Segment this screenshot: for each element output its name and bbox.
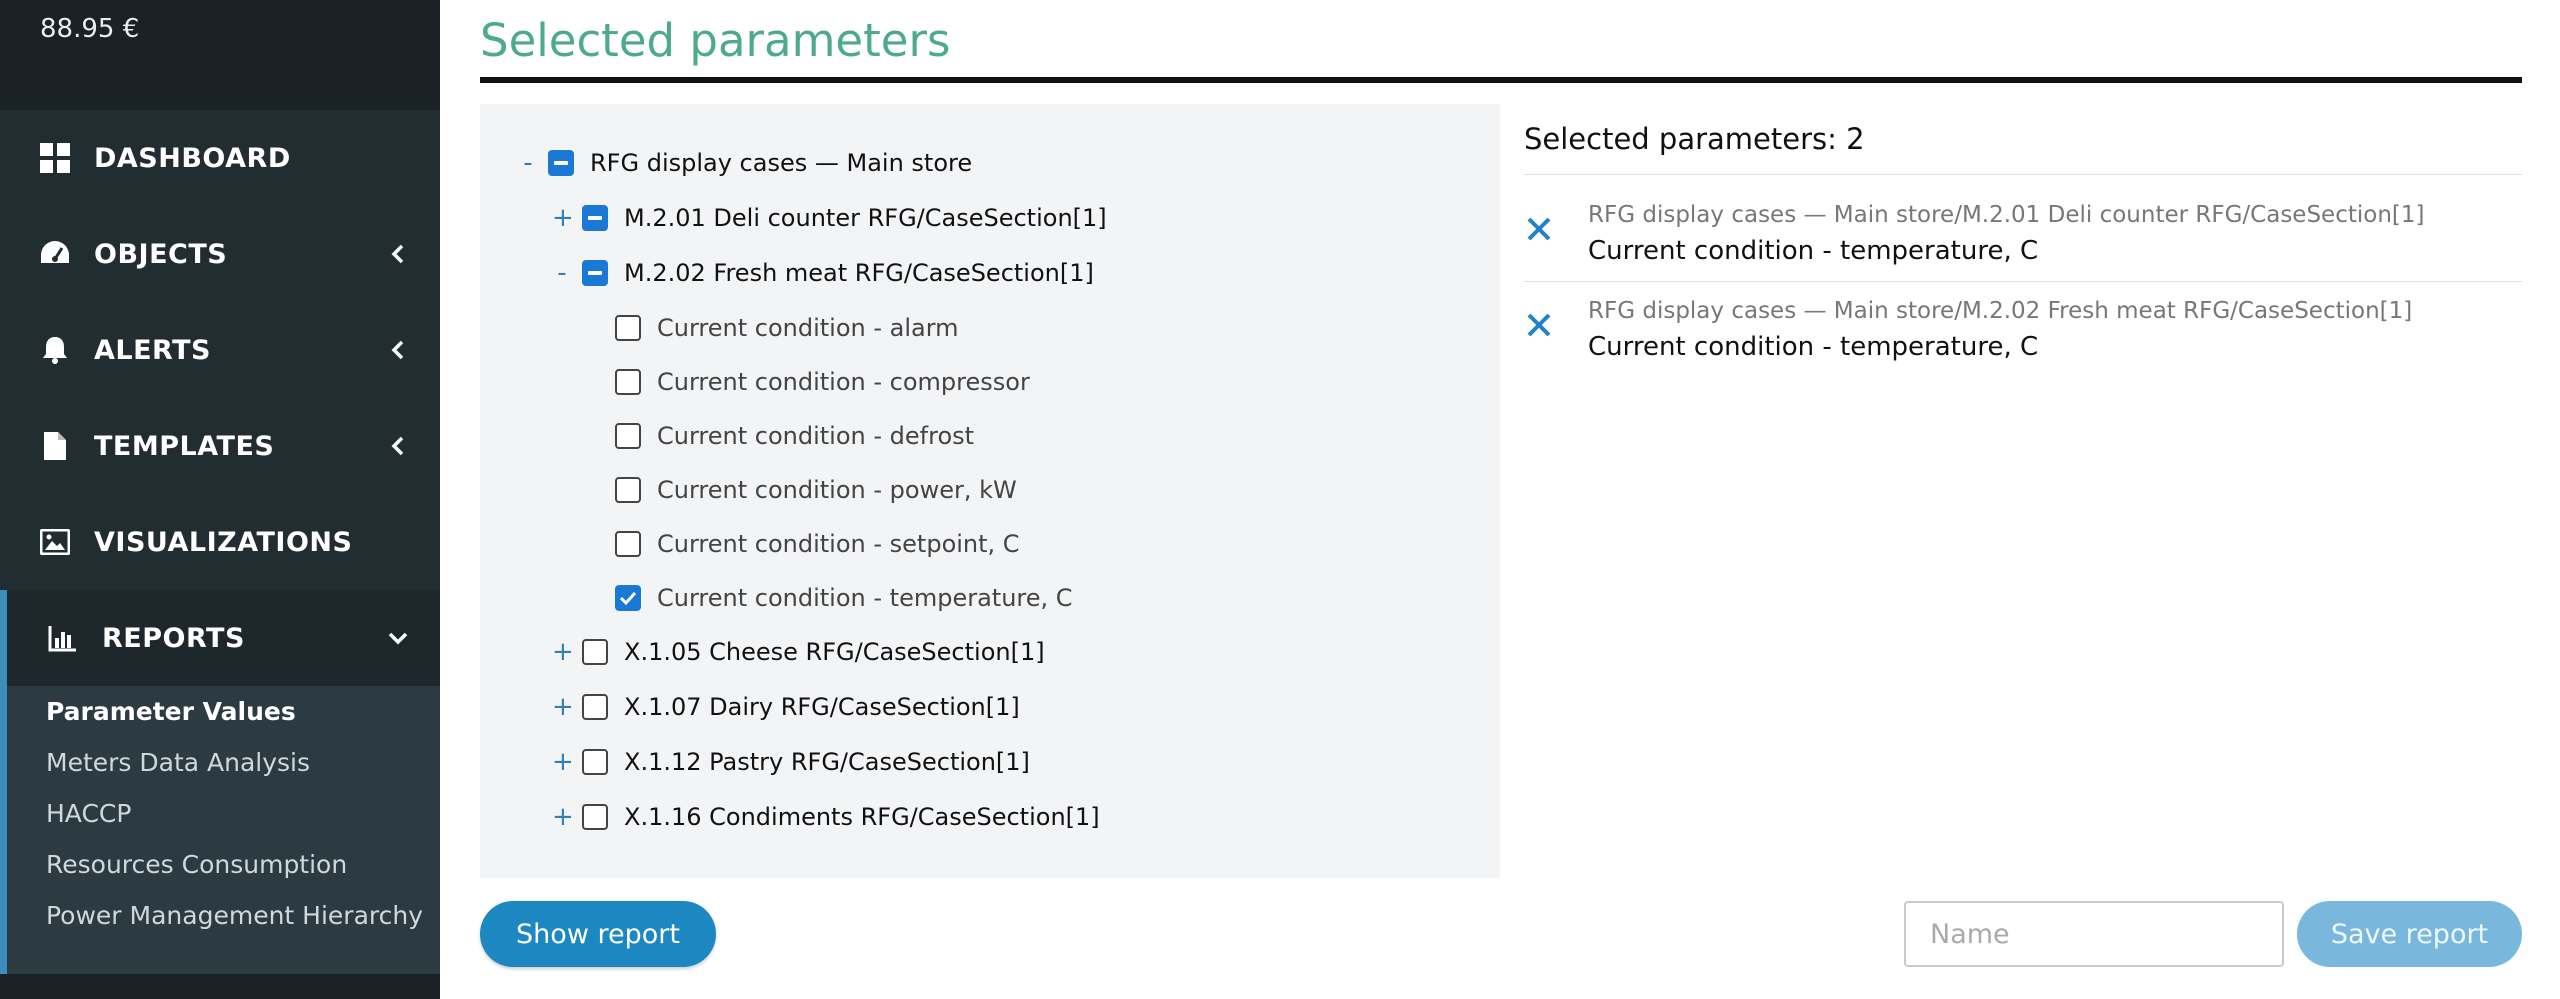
expand-toggle[interactable]: +: [552, 694, 574, 720]
collapse-toggle[interactable]: -: [552, 260, 572, 286]
bell-icon: [38, 333, 72, 367]
submenu-item-meters-data-analysis[interactable]: Meters Data Analysis: [46, 748, 310, 777]
tree-checkbox[interactable]: [582, 260, 608, 286]
selected-item-name: Current condition - temperature, C: [1588, 332, 2039, 362]
tree-checkbox[interactable]: [548, 150, 574, 176]
show-report-button[interactable]: Show report: [480, 901, 716, 967]
submenu-item-resources-consumption[interactable]: Resources Consumption: [46, 850, 347, 879]
gauge-icon: [38, 237, 72, 271]
parameter-tree: - RFG display cases — Main store + M.2.0…: [480, 104, 1500, 878]
parameter-label: Current condition - power, kW: [657, 476, 1017, 504]
divider: [1524, 174, 2522, 175]
parameter-checkbox[interactable]: [615, 369, 641, 395]
selected-item-name: Current condition - temperature, C: [1588, 236, 2039, 266]
account-balance: 88.95 €: [40, 14, 140, 44]
expand-toggle[interactable]: +: [552, 804, 574, 830]
tree-node-label: RFG display cases — Main store: [590, 149, 973, 177]
account-panel: 88.95 €: [0, 0, 440, 110]
image-icon: [38, 525, 72, 559]
tree-checkbox[interactable]: [582, 639, 608, 665]
page-title: Selected parameters: [480, 14, 951, 67]
nav-label: OBJECTS: [94, 238, 228, 270]
parameter-checkbox[interactable]: [615, 585, 641, 611]
sidebar: 88.95 € DASHBOARD OBJECTS ALERTS TEMPLAT…: [0, 0, 440, 999]
selected-item-path: RFG display cases — Main store/M.2.01 De…: [1588, 202, 2425, 228]
chevron-left-icon: [384, 240, 412, 268]
save-report-button[interactable]: Save report: [2297, 901, 2522, 967]
nav-label: REPORTS: [102, 622, 245, 654]
nav-visualizations[interactable]: VISUALIZATIONS: [0, 494, 440, 590]
tree-node-label: X.1.05 Cheese RFG/CaseSection[1]: [624, 638, 1045, 666]
remove-icon[interactable]: [1524, 214, 1554, 244]
nav-label: ALERTS: [94, 334, 211, 366]
tree-checkbox[interactable]: [582, 205, 608, 231]
remove-icon[interactable]: [1524, 310, 1554, 340]
tree-checkbox[interactable]: [582, 694, 608, 720]
nav-reports[interactable]: REPORTS: [0, 590, 440, 686]
tree-node-case: + X.1.07 Dairy RFG/CaseSection[1]: [552, 687, 1020, 727]
chevron-left-icon: [384, 432, 412, 460]
tree-node-param: Current condition - alarm: [615, 308, 959, 348]
tree-checkbox[interactable]: [582, 804, 608, 830]
selected-count: Selected parameters: 2: [1524, 122, 1865, 156]
expand-toggle[interactable]: +: [552, 205, 574, 231]
nav-objects[interactable]: OBJECTS: [0, 206, 440, 302]
parameter-checkbox[interactable]: [615, 531, 641, 557]
tree-node-case: + X.1.05 Cheese RFG/CaseSection[1]: [552, 632, 1045, 672]
tree-node-param: Current condition - setpoint, C: [615, 524, 1020, 564]
tree-node-case: + X.1.16 Condiments RFG/CaseSection[1]: [552, 797, 1100, 837]
chevron-down-icon: [384, 624, 412, 652]
nav-dashboard[interactable]: DASHBOARD: [0, 110, 440, 206]
selected-item-path: RFG display cases — Main store/M.2.02 Fr…: [1588, 298, 2413, 324]
tree-node-case: - M.2.02 Fresh meat RFG/CaseSection[1]: [552, 253, 1094, 293]
tree-node-label: M.2.02 Fresh meat RFG/CaseSection[1]: [624, 259, 1094, 287]
file-icon: [38, 429, 72, 463]
parameter-label: Current condition - temperature, C: [657, 584, 1073, 612]
tree-node-param: Current condition - temperature, C: [615, 578, 1073, 618]
tree-node-label: X.1.07 Dairy RFG/CaseSection[1]: [624, 693, 1020, 721]
selected-parameters-panel: Selected parameters: 2 RFG display cases…: [1500, 104, 2522, 878]
tree-node-case: + X.1.12 Pastry RFG/CaseSection[1]: [552, 742, 1030, 782]
tree-checkbox[interactable]: [582, 749, 608, 775]
parameter-label: Current condition - compressor: [657, 368, 1030, 396]
reports-submenu: Parameter Values Meters Data Analysis HA…: [0, 686, 440, 974]
tree-node-label: X.1.12 Pastry RFG/CaseSection[1]: [624, 748, 1030, 776]
nav-label: VISUALIZATIONS: [94, 526, 353, 558]
parameter-checkbox[interactable]: [615, 315, 641, 341]
nav-label: DASHBOARD: [94, 142, 291, 174]
tree-node-root: - RFG display cases — Main store: [518, 143, 972, 183]
nav-alerts[interactable]: ALERTS: [0, 302, 440, 398]
parameter-checkbox[interactable]: [615, 423, 641, 449]
selected-item: RFG display cases — Main store/M.2.01 De…: [1524, 186, 2522, 282]
tree-node-label: M.2.01 Deli counter RFG/CaseSection[1]: [624, 204, 1107, 232]
sidebar-footer: [0, 974, 440, 999]
parameter-checkbox[interactable]: [615, 477, 641, 503]
divider: [480, 77, 2522, 83]
tree-node-param: Current condition - compressor: [615, 362, 1030, 402]
expand-toggle[interactable]: +: [552, 639, 574, 665]
tree-node-param: Current condition - defrost: [615, 416, 974, 456]
tree-node-param: Current condition - power, kW: [615, 470, 1017, 510]
nav-templates[interactable]: TEMPLATES: [0, 398, 440, 494]
parameter-label: Current condition - alarm: [657, 314, 959, 342]
collapse-toggle[interactable]: -: [518, 150, 538, 176]
selected-item: RFG display cases — Main store/M.2.02 Fr…: [1524, 282, 2522, 378]
parameter-label: Current condition - setpoint, C: [657, 530, 1020, 558]
expand-toggle[interactable]: +: [552, 749, 574, 775]
submenu-item-power-management-hierarchy[interactable]: Power Management Hierarchy: [46, 901, 423, 930]
submenu-item-haccp[interactable]: HACCP: [46, 799, 131, 828]
dashboard-icon: [38, 141, 72, 175]
check-icon: [619, 591, 637, 606]
chevron-left-icon: [384, 336, 412, 364]
submenu-item-parameter-values[interactable]: Parameter Values: [46, 697, 296, 726]
nav-label: TEMPLATES: [94, 430, 275, 462]
report-name-input[interactable]: [1904, 901, 2284, 967]
bar-chart-icon: [46, 621, 80, 655]
tree-node-label: X.1.16 Condiments RFG/CaseSection[1]: [624, 803, 1100, 831]
parameter-label: Current condition - defrost: [657, 422, 975, 450]
tree-node-case: + M.2.01 Deli counter RFG/CaseSection[1]: [552, 198, 1107, 238]
